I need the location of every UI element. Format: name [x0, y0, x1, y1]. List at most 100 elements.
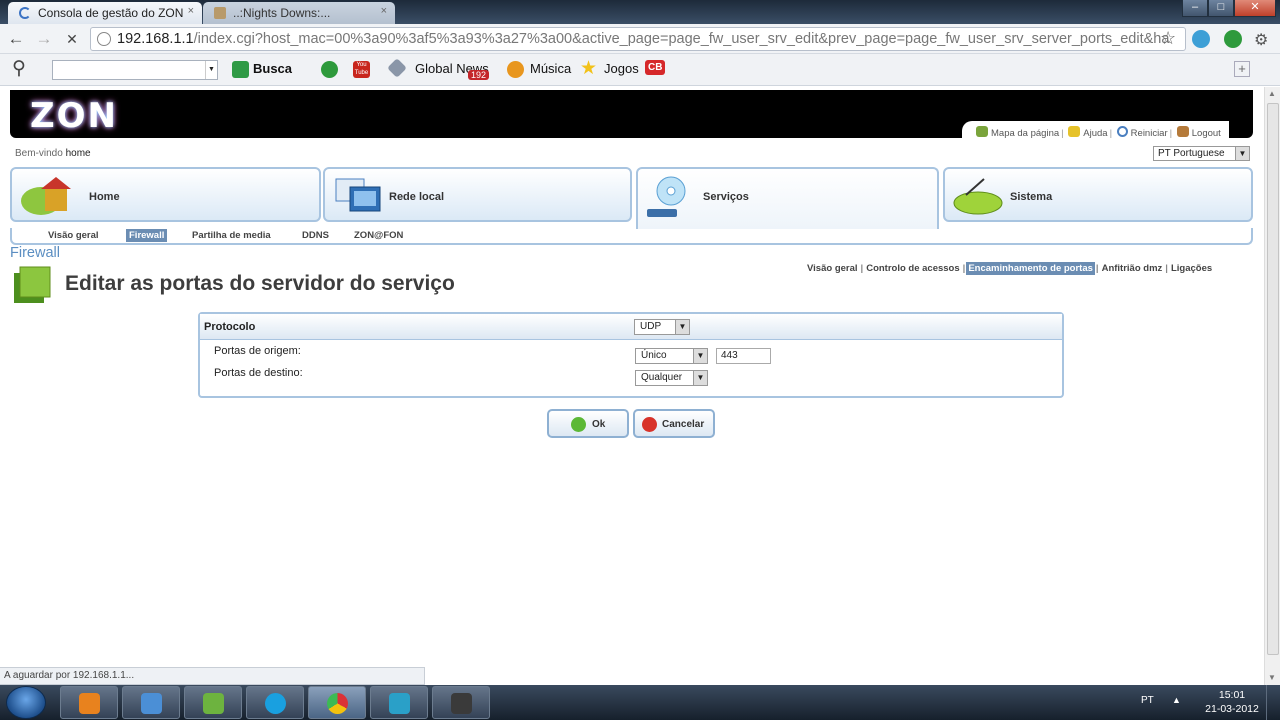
- source-port-value: 443: [721, 350, 738, 361]
- taskbar-app[interactable]: [370, 686, 428, 719]
- browser-toolbar: ← → ✕ 192.168.1.1/index.cgi?host_mac=00%…: [0, 24, 1280, 54]
- chevron-down-icon[interactable]: ▼: [675, 320, 689, 334]
- power-icon: [1116, 126, 1128, 137]
- tab-home[interactable]: Home: [10, 167, 321, 222]
- busca-button[interactable]: Busca: [253, 61, 292, 76]
- maximize-button[interactable]: □: [1208, 0, 1234, 17]
- musica-link[interactable]: Música: [530, 61, 571, 76]
- cancel-button[interactable]: Cancelar: [633, 409, 715, 438]
- protocol-select[interactable]: UDP ▼: [634, 319, 690, 335]
- chevron-down-icon[interactable]: ▼: [205, 61, 217, 79]
- stop-button[interactable]: ✕: [61, 28, 83, 50]
- cb-icon[interactable]: CB: [645, 60, 666, 75]
- ok-button[interactable]: Ok: [547, 409, 629, 438]
- sectionnav-controlo-de-acessos[interactable]: Controlo de acessos: [864, 262, 961, 275]
- jogos-link[interactable]: Jogos: [604, 61, 639, 76]
- tab-close-icon[interactable]: ×: [381, 5, 387, 17]
- restart-link[interactable]: Reiniciar: [1131, 128, 1168, 139]
- back-button[interactable]: ←: [5, 28, 27, 50]
- tray-expand-icon[interactable]: ▲: [1172, 695, 1181, 705]
- help-link[interactable]: Ajuda: [1083, 128, 1107, 139]
- taskbar-skype[interactable]: [246, 686, 304, 719]
- sectionnav-ligacoes[interactable]: Ligações: [1169, 262, 1214, 275]
- site-favicon-icon: [214, 7, 226, 19]
- chevron-down-icon[interactable]: ▼: [693, 371, 707, 385]
- language-select[interactable]: PT Portuguese ▼: [1153, 146, 1250, 161]
- start-button[interactable]: [6, 686, 46, 719]
- subnav-ddns[interactable]: DDNS: [302, 230, 329, 241]
- protocol-value: UDP: [640, 321, 662, 332]
- source-ports-mode-select[interactable]: Único ▼: [635, 348, 708, 364]
- subnav-partilha-de-media[interactable]: Partilha de media: [192, 230, 271, 241]
- dest-ports-label: Portas de destino:: [214, 367, 303, 379]
- tab-title: Consola de gestão do ZON: [38, 6, 184, 20]
- skype-extension-icon[interactable]: [1192, 30, 1210, 48]
- tab-sistema[interactable]: Sistema: [943, 167, 1253, 222]
- taskbar-network[interactable]: [184, 686, 242, 719]
- sitemap-link[interactable]: Mapa da página: [991, 128, 1059, 139]
- source-ports-label: Portas de origem:: [214, 345, 301, 357]
- page-info-icon[interactable]: [97, 32, 111, 46]
- url-path: /index.cgi?host_mac=00%3a90%3af5%3a93%3a…: [193, 31, 1170, 47]
- forward-button[interactable]: →: [33, 28, 55, 50]
- chevron-down-icon[interactable]: ▼: [693, 349, 707, 363]
- book-icon: [12, 263, 54, 305]
- chevron-down-icon[interactable]: ▼: [1235, 147, 1249, 160]
- tab-nights-downs[interactable]: ..:Nights Downs:... ×: [203, 2, 395, 24]
- youtube-icon[interactable]: You Tube: [353, 61, 370, 78]
- bookmark-add-icon[interactable]: +: [1234, 61, 1250, 77]
- utorrent-icon[interactable]: [321, 61, 338, 78]
- sectionnav-visao-geral[interactable]: Visão geral: [805, 262, 860, 275]
- taskbar-explorer[interactable]: [122, 686, 180, 719]
- show-desktop-button[interactable]: [1266, 685, 1280, 720]
- taskbar-chrome[interactable]: [308, 686, 366, 719]
- tab-servicos[interactable]: Serviços: [636, 167, 939, 229]
- language-indicator[interactable]: PT: [1141, 695, 1154, 706]
- chrome-icon: [327, 693, 348, 714]
- language-value: PT Portuguese: [1158, 148, 1225, 159]
- loading-spinner-icon: [19, 7, 31, 19]
- tab-rede-local[interactable]: Rede local: [323, 167, 632, 222]
- utorrent-extension-icon[interactable]: [1224, 30, 1242, 48]
- address-bar[interactable]: 192.168.1.1/index.cgi?host_mac=00%3a90%3…: [90, 27, 1186, 51]
- logout-link[interactable]: Logout: [1192, 128, 1221, 139]
- search-engine-icon[interactable]: ⚲: [12, 57, 26, 80]
- vertical-scrollbar[interactable]: ▲ ▼: [1264, 87, 1280, 685]
- tab-label: Rede local: [389, 191, 445, 203]
- windows-taskbar: PT ▲ 15:01 21-03-2012: [0, 685, 1280, 720]
- subnav-visao-geral[interactable]: Visão geral: [48, 230, 99, 241]
- scroll-down-arrow[interactable]: ▼: [1268, 673, 1276, 682]
- zon-logo[interactable]: ZON: [30, 96, 118, 136]
- tab-title: ..:Nights Downs:...: [233, 6, 331, 20]
- taskbar-camera[interactable]: [432, 686, 490, 719]
- port-edit-form: Protocolo UDP ▼ Portas de origem: Único …: [198, 312, 1064, 398]
- source-port-input[interactable]: 443: [716, 348, 771, 364]
- clock-time: 15:01: [1218, 689, 1246, 701]
- sectionnav-anfitriao-dmz[interactable]: Anfitrião dmz: [1100, 262, 1165, 275]
- dest-ports-mode-select[interactable]: Qualquer ▼: [635, 370, 708, 386]
- page-title: Editar as portas do servidor do serviço: [65, 272, 455, 295]
- welcome-prefix: Bem-vindo: [15, 148, 63, 159]
- sitemap-icon: [976, 126, 988, 137]
- close-window-button[interactable]: ✕: [1234, 0, 1276, 17]
- clock[interactable]: 15:01 21-03-2012: [1204, 688, 1260, 716]
- minimize-button[interactable]: –: [1182, 0, 1208, 17]
- subnav-zon-fon[interactable]: ZON@FON: [354, 230, 403, 241]
- scrollbar-thumb[interactable]: [1267, 103, 1279, 655]
- network-icon: [330, 175, 388, 217]
- app-icon: [389, 693, 410, 714]
- browser-title-bar: Consola de gestão do ZON × ..:Nights Dow…: [0, 0, 1280, 24]
- taskbar-media-player[interactable]: [60, 686, 118, 719]
- source-ports-mode-value: Único: [641, 350, 667, 361]
- tab-close-icon[interactable]: ×: [188, 5, 194, 17]
- bookmark-star-icon[interactable]: ☆: [1160, 28, 1176, 49]
- global-news-badge: 192: [468, 70, 490, 80]
- utility-links: Mapa da página | Ajuda | Reiniciar | Logout: [962, 121, 1229, 141]
- wrench-menu-icon[interactable]: ⚙: [1254, 30, 1268, 50]
- protocol-label: Protocolo: [204, 321, 256, 333]
- subnav-firewall[interactable]: Firewall: [126, 229, 168, 242]
- toolbar-search-input[interactable]: ▼: [52, 60, 218, 80]
- tab-zon-console[interactable]: Consola de gestão do ZON ×: [8, 2, 202, 24]
- scroll-up-arrow[interactable]: ▲: [1268, 89, 1276, 98]
- sectionnav-encaminhamento-de-portas[interactable]: Encaminhamento de portas: [966, 262, 1095, 275]
